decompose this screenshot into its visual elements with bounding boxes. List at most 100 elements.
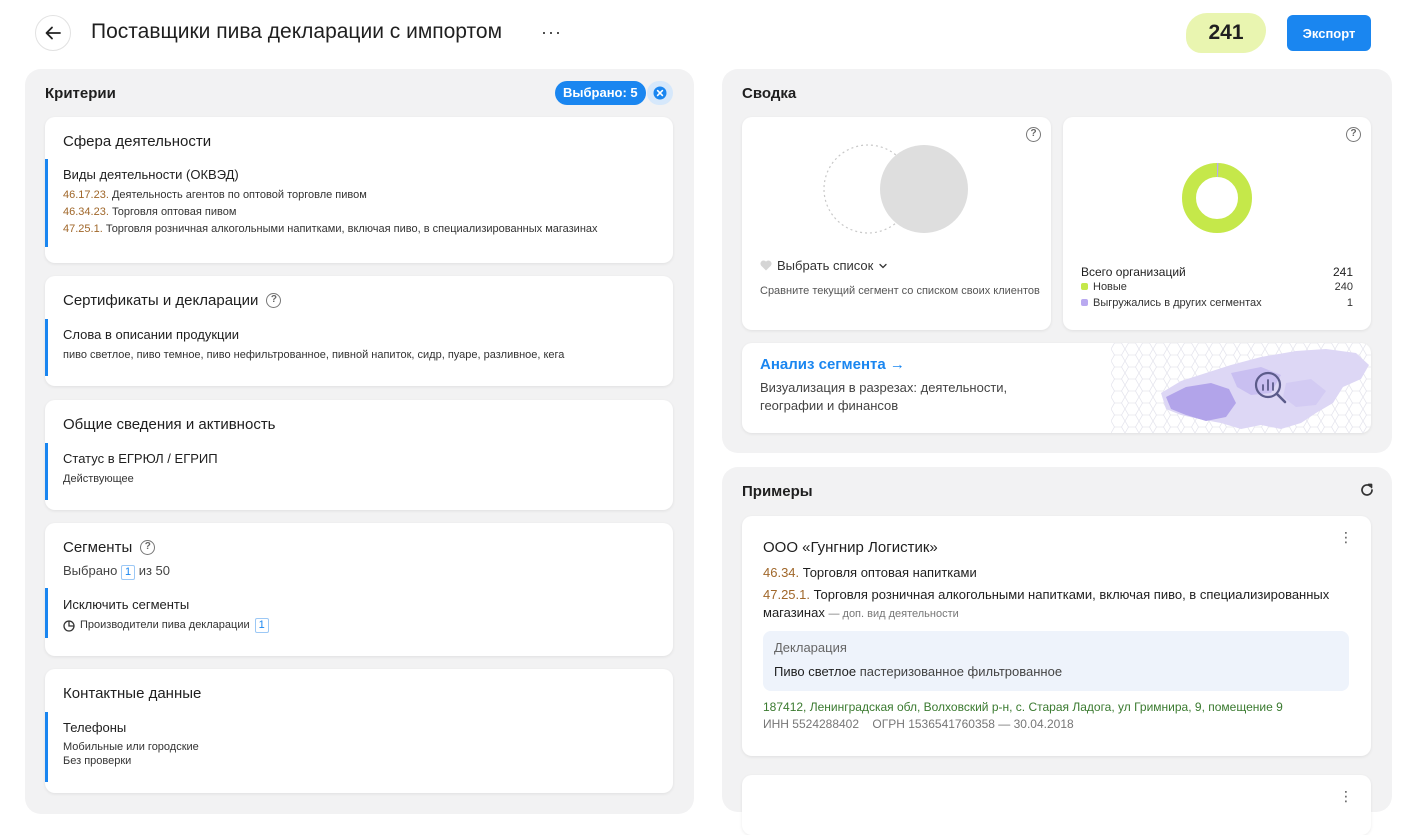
okved-code: 46.17.23. bbox=[63, 189, 109, 201]
back-button[interactable] bbox=[35, 15, 71, 51]
okved-criterion[interactable]: Виды деятельности (ОКВЭД) 46.17.23. Деят… bbox=[45, 159, 673, 247]
segments-selected-count: 1 bbox=[120, 565, 136, 580]
declaration-label: Декларация bbox=[774, 640, 847, 655]
activity-card-title-text: Сфера деятельности bbox=[63, 133, 212, 150]
russia-map-illustration bbox=[1111, 343, 1371, 433]
pie-chart-icon bbox=[63, 619, 75, 632]
general-info-card[interactable]: Общие сведения и активность Статус в ЕГР… bbox=[45, 400, 673, 510]
segment-analysis-card[interactable]: Анализ сегмента → Визуализация в разреза… bbox=[742, 343, 1371, 433]
contacts-card-title: Контактные данные bbox=[63, 685, 201, 702]
compare-hint: Сравните текущий сегмент со списком свои… bbox=[760, 285, 1040, 297]
declaration-box: Декларация Пиво светлое пастеризованное … bbox=[763, 631, 1349, 691]
exported-orgs-label-wrap: Выгружались в других сегментах bbox=[1081, 297, 1262, 309]
activity-extra: — доп. вид деятельности bbox=[828, 608, 959, 620]
certificates-card[interactable]: Сертификаты и декларации ? Слова в описа… bbox=[45, 276, 673, 386]
help-icon[interactable]: ? bbox=[1346, 127, 1361, 142]
excluded-segment-name: Производители пива декларации bbox=[80, 619, 250, 631]
exclude-segments-title: Исключить сегменты bbox=[63, 597, 190, 612]
product-words-criterion[interactable]: Слова в описании продукции пиво светлое,… bbox=[45, 319, 673, 376]
product-words-title: Слова в описании продукции bbox=[63, 327, 240, 342]
segment-analysis-link[interactable]: Анализ сегмента → bbox=[760, 356, 905, 373]
status-criterion[interactable]: Статус в ЕГРЮЛ / ЕГРИП Действующее bbox=[45, 443, 673, 500]
general-info-card-title-text: Общие сведения и активность bbox=[63, 416, 276, 433]
help-icon[interactable]: ? bbox=[140, 540, 156, 555]
totals-card: ? Всего организаций 241 Новые 240 Выгруж… bbox=[1063, 117, 1371, 330]
declaration-value: Пиво светлое пастеризованное фильтрованн… bbox=[774, 664, 1062, 679]
status-criterion-title: Статус в ЕГРЮЛ / ЕГРИП bbox=[63, 451, 218, 466]
segments-card-title: Сегменты ? bbox=[63, 539, 156, 556]
legend-dot-new bbox=[1081, 283, 1088, 290]
activity-text: Торговля оптовая напитками bbox=[802, 565, 977, 580]
heart-icon bbox=[760, 260, 772, 271]
company-address: 187412, Ленинградская обл, Волховский р-… bbox=[763, 700, 1283, 714]
segments-selected-suffix: из 50 bbox=[138, 563, 171, 578]
company-ids: ИНН 5524288402 ОГРН 1536541760358 — 30.0… bbox=[763, 717, 1074, 731]
okved-item: 46.17.23. Деятельность агентов по оптово… bbox=[63, 187, 673, 204]
activity-card[interactable]: Сфера деятельности Виды деятельности (ОК… bbox=[45, 117, 673, 263]
exclude-segments-criterion[interactable]: Исключить сегменты Производители пива де… bbox=[45, 588, 673, 638]
activity-code: 46.34. bbox=[763, 565, 800, 580]
segments-card[interactable]: Сегменты ? Выбрано 1 из 50 Исключить сег… bbox=[45, 523, 673, 656]
venn-diagram-icon bbox=[823, 144, 968, 234]
okved-criterion-title: Виды деятельности (ОКВЭД) bbox=[63, 167, 239, 182]
okved-item: 46.34.23. Торговля оптовая пивом bbox=[63, 204, 673, 221]
export-button[interactable]: Экспорт bbox=[1287, 15, 1371, 51]
phones-type: Мобильные или городские bbox=[63, 741, 199, 753]
activity-line: 47.25.1. Торговля розничная алкогольными… bbox=[763, 586, 1343, 623]
chevron-down-icon bbox=[879, 263, 887, 268]
criteria-panel: Критерии Выбрано: 5 Сфера деятельности В… bbox=[25, 69, 694, 814]
legend-dot-exported bbox=[1081, 299, 1088, 306]
segments-card-title-text: Сегменты bbox=[63, 539, 133, 556]
compare-card: ? Выбрать список Сравните текущий сегмен… bbox=[742, 117, 1051, 330]
refresh-button[interactable] bbox=[1360, 483, 1374, 502]
total-orgs-value: 241 bbox=[1332, 265, 1353, 279]
okved-text: Торговля розничная алкогольными напиткам… bbox=[105, 223, 598, 235]
total-orgs-label: Всего организаций bbox=[1081, 265, 1186, 279]
phones-title: Телефоны bbox=[63, 720, 127, 735]
segment-analysis-desc: Визуализация в разрезах: деятельности, г… bbox=[760, 380, 1008, 413]
criteria-title: Критерии bbox=[45, 85, 116, 102]
page-title: Поставщики пива декларации с импортом bbox=[91, 20, 503, 43]
new-orgs-row: Новые 240 bbox=[1081, 281, 1353, 293]
example-company-card-next[interactable]: ⋮ bbox=[742, 775, 1371, 835]
refresh-icon bbox=[1361, 483, 1373, 496]
contacts-card[interactable]: Контактные данные Телефоны Мобильные или… bbox=[45, 669, 673, 793]
page-header: Поставщики пива декларации с импортом ··… bbox=[0, 0, 1418, 68]
excluded-segment-item: Производители пива декларации 1 bbox=[63, 617, 673, 634]
activity-code: 47.25.1. bbox=[763, 587, 810, 602]
select-list-dropdown[interactable]: Выбрать список bbox=[760, 258, 888, 273]
activity-line: 46.34. Торговля оптовая напитками bbox=[763, 564, 1343, 582]
exported-orgs-label: Выгружались в других сегментах bbox=[1093, 297, 1262, 309]
new-orgs-label: Новые bbox=[1093, 281, 1127, 293]
excluded-segment-count: 1 bbox=[254, 618, 269, 633]
result-count-badge: 241 bbox=[1186, 13, 1266, 53]
phones-check: Без проверки bbox=[63, 755, 132, 767]
donut-chart-icon bbox=[1182, 162, 1252, 233]
arrow-left-icon bbox=[45, 26, 61, 40]
example-company-card[interactable]: ⋮ ООО «Гунгнир Логистик» 46.34. Торговля… bbox=[742, 516, 1371, 756]
new-orgs-label-wrap: Новые bbox=[1081, 281, 1127, 293]
okved-code: 46.34.23. bbox=[63, 206, 109, 218]
certificates-card-title-text: Сертификаты и декларации bbox=[63, 292, 259, 309]
activity-card-title: Сфера деятельности bbox=[63, 133, 211, 150]
help-icon[interactable]: ? bbox=[266, 293, 282, 308]
exported-orgs-row: Выгружались в других сегментах 1 bbox=[1081, 297, 1353, 309]
okved-item: 47.25.1. Торговля розничная алкогольными… bbox=[63, 221, 673, 238]
phones-criterion[interactable]: Телефоны Мобильные или городские Без про… bbox=[45, 712, 673, 782]
examples-panel: Примеры ⋮ ООО «Гунгнир Логистик» 46.34. … bbox=[722, 467, 1392, 835]
segments-selected-prefix: Выбрано bbox=[63, 563, 118, 578]
segments-selected-info: Выбрано 1 из 50 bbox=[63, 563, 170, 580]
clear-criteria-button[interactable] bbox=[647, 81, 673, 105]
product-words-value: пиво светлое, пиво темное, пиво нефильтр… bbox=[63, 349, 565, 361]
company-name[interactable]: ООО «Гунгнир Логистик» bbox=[763, 539, 938, 556]
card-menu-button[interactable]: ⋮ bbox=[1339, 530, 1353, 544]
declaration-details: пастеризованное фильтрованное bbox=[859, 664, 1063, 679]
more-options-button[interactable]: ··· bbox=[541, 20, 562, 44]
okved-code: 47.25.1. bbox=[63, 223, 103, 235]
general-info-card-title: Общие сведения и активность bbox=[63, 416, 276, 433]
selected-count-pill[interactable]: Выбрано: 5 bbox=[555, 81, 646, 105]
summary-title: Сводка bbox=[742, 85, 797, 102]
total-orgs-row: Всего организаций 241 bbox=[1081, 265, 1353, 279]
new-orgs-value: 240 bbox=[1334, 281, 1353, 293]
examples-title: Примеры bbox=[742, 483, 813, 500]
